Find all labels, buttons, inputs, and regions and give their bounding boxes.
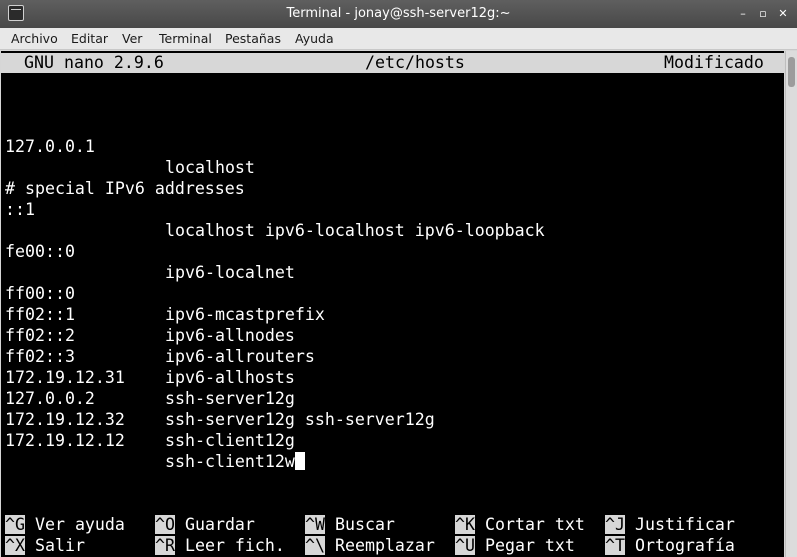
host-line[interactable]: ff02::1 ipv6-allnodes [5, 283, 295, 345]
shortcut-label: Reemplazar [334, 536, 435, 555]
host-line[interactable]: 172.19.12.32 ssh-client12g [5, 388, 295, 450]
host-line[interactable]: 127.0.0.1 localhost [5, 115, 255, 177]
host-names: ssh-server12g [165, 389, 295, 408]
shortcut-spell[interactable]: ^T Ortografía [605, 535, 735, 556]
host-line[interactable]: fe00::0 ipv6-localnet [5, 220, 295, 282]
host-names: ssh-client12g [165, 431, 295, 450]
shortcut-search[interactable]: ^W Buscar [305, 514, 395, 535]
nano-filename: /etc/hosts [365, 53, 465, 72]
host-line[interactable]: ::1 localhost ipv6-localhost ipv6-loopba… [5, 178, 545, 240]
host-address: 127.0.0.1 [5, 137, 95, 156]
host-names: localhost ipv6-localhost ipv6-loopback [165, 221, 545, 240]
host-names: ssh-server12g ssh-server12g [165, 410, 435, 429]
shortcut-label: Leer fich. [184, 536, 285, 555]
shortcut-key: ^J [605, 515, 625, 534]
host-names: ipv6-allnodes [165, 326, 295, 345]
text-cursor [294, 452, 305, 470]
host-names: ipv6-localnet [165, 263, 295, 282]
shortcut-label: Guardar [184, 515, 255, 534]
shortcut-replace[interactable]: ^\ Reemplazar [305, 535, 435, 556]
minimize-button[interactable]: – [734, 5, 752, 23]
host-names: localhost [165, 158, 255, 177]
menu-terminal[interactable]: Terminal [159, 31, 212, 46]
shortcut-key: ^R [155, 536, 175, 555]
shortcut-read-file[interactable]: ^R Leer fich. [155, 535, 285, 556]
shortcut-label: Ortografía [634, 536, 735, 555]
menu-archivo[interactable]: Archivo [11, 31, 58, 46]
host-line[interactable]: ff02::3 ipv6-allhosts [5, 325, 295, 387]
host-line[interactable]: ff00::0 ipv6-mcastprefix [5, 262, 325, 324]
close-button[interactable]: ✕ [774, 5, 792, 23]
nano-status: Modificado [664, 53, 764, 72]
window-title: Terminal - jonay@ssh-server12g:~ [286, 6, 511, 21]
host-names: ipv6-mcastprefix [165, 305, 325, 324]
shortcut-label: Salir [34, 536, 85, 555]
shortcut-save[interactable]: ^O Guardar [155, 514, 255, 535]
shortcut-exit[interactable]: ^X Salir [5, 535, 85, 556]
shortcut-label: Cortar txt [484, 515, 585, 534]
host-line[interactable]: 172.19.12.31 ssh-server12g [5, 346, 295, 408]
host-address: 172.19.12.12 [5, 431, 125, 450]
host-line[interactable]: ff02::2 ipv6-allrouters [5, 304, 315, 366]
host-names: ipv6-allhosts [165, 368, 295, 387]
maximize-button[interactable]: ▫ [754, 5, 772, 23]
shortcut-label: Ver ayuda [34, 515, 125, 534]
host-names-editing: ssh-client12w [165, 451, 305, 472]
shortcut-paste[interactable]: ^U Pegar txt [455, 535, 575, 556]
host-line-current[interactable]: 172.19.12.12 ssh-client12w [5, 409, 305, 471]
shortcut-justify[interactable]: ^J Justificar [605, 514, 735, 535]
menu-bar: Archivo Editar Ver Terminal Pestañas Ayu… [0, 28, 797, 50]
shortcut-label: Buscar [334, 515, 395, 534]
host-address: fe00::0 [5, 242, 75, 261]
host-address: ::1 [5, 200, 35, 219]
shortcut-key: ^X [5, 536, 25, 555]
menu-editar[interactable]: Editar [71, 31, 108, 46]
host-names: ssh-client12w [165, 452, 295, 471]
shortcut-help[interactable]: ^G Ver ayuda [5, 514, 125, 535]
shortcut-key: ^T [605, 536, 625, 555]
comment-line[interactable]: # special IPv6 addresses [5, 157, 245, 198]
scrollbar-thumb[interactable] [788, 57, 795, 87]
shortcut-key: ^O [155, 515, 175, 534]
shortcut-key: ^K [455, 515, 475, 534]
nano-version: GNU nano 2.9.6 [24, 53, 164, 72]
host-line[interactable]: 127.0.0.2 ssh-server12g ssh-server12g [5, 367, 435, 429]
menu-pestanas[interactable]: Pestañas [225, 31, 281, 46]
shortcut-cut[interactable]: ^K Cortar txt [455, 514, 585, 535]
terminal-area[interactable]: GNU nano 2.9.6 /etc/hosts Modificado 127… [1, 51, 784, 557]
shortcut-key: ^W [305, 515, 325, 534]
menu-ver[interactable]: Ver [122, 31, 142, 46]
nano-header-bar: GNU nano 2.9.6 /etc/hosts Modificado [1, 53, 784, 73]
shortcut-label: Pegar txt [484, 536, 575, 555]
host-names: ipv6-allrouters [165, 347, 315, 366]
shortcut-label: Justificar [634, 515, 735, 534]
shortcut-key: ^\ [305, 536, 325, 555]
shortcut-key: ^U [455, 536, 475, 555]
window-titlebar[interactable]: Terminal - jonay@ssh-server12g:~ – ▫ ✕ [0, 0, 797, 28]
vertical-scrollbar[interactable] [785, 51, 797, 557]
menu-ayuda[interactable]: Ayuda [295, 31, 334, 46]
shortcut-key: ^G [5, 515, 25, 534]
